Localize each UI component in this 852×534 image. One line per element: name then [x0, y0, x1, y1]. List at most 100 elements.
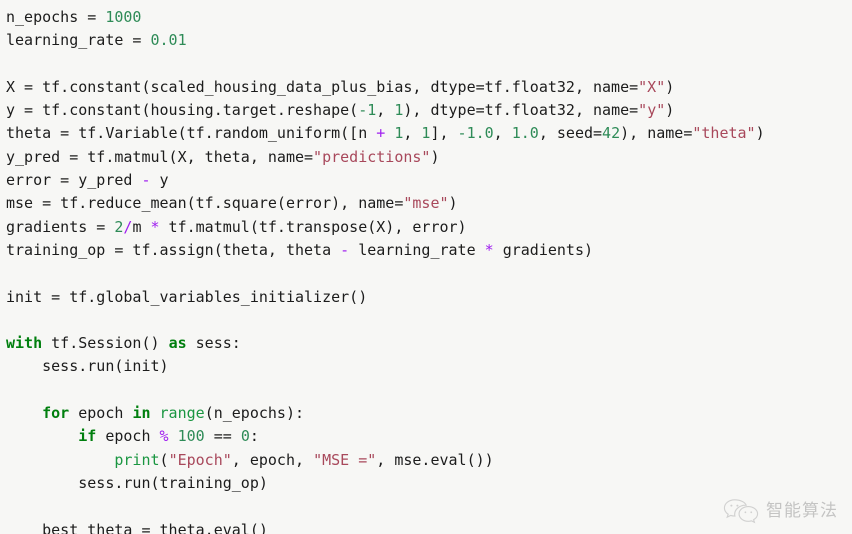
code-token: *: [484, 240, 494, 259]
code-token: ): [665, 101, 675, 120]
code-token: error = y_pred: [6, 171, 142, 190]
code-token: %: [159, 427, 169, 446]
code-line: print("Epoch", epoch, "MSE =", mse.eval(…: [6, 449, 852, 472]
code-token: "X": [638, 77, 666, 96]
code-token: if: [78, 427, 97, 446]
code-token: :: [249, 427, 259, 446]
python-code-block: n_epochs = 1000 learning_rate = 0.01 X = …: [6, 6, 852, 534]
code-token: , epoch,: [231, 450, 314, 469]
code-token: sess.run(training_op): [6, 473, 268, 492]
code-line: best_theta = theta.eval(): [6, 519, 852, 534]
code-token: (: [159, 450, 169, 469]
code-token: "predictions": [313, 147, 431, 166]
code-line: y = tf.constant(housing.target.reshape(-…: [6, 99, 852, 122]
code-token: "mse": [403, 194, 449, 213]
code-token: ,: [403, 124, 422, 143]
code-token: *: [150, 217, 160, 236]
code-token: learning_rate =: [6, 31, 151, 50]
code-token: ): [665, 77, 675, 96]
code-token: (n_epochs):: [204, 404, 305, 423]
code-token: tf.Session(): [42, 334, 169, 353]
code-token: ],: [430, 124, 458, 143]
code-token: y_pred = tf.matmul(X, theta, name=: [6, 147, 314, 166]
code-line: for epoch in range(n_epochs):: [6, 402, 852, 425]
code-token: 0: [240, 427, 250, 446]
code-token: -1.0: [457, 124, 494, 143]
code-token: ): [448, 194, 458, 213]
code-token: "Epoch": [168, 450, 232, 469]
code-token: "theta": [692, 124, 756, 143]
code-token: y = tf.constant(housing.target.reshape(: [6, 101, 359, 120]
code-token: ), dtype=tf.float32, name=: [403, 101, 639, 120]
code-token: , seed=: [538, 124, 603, 143]
code-line: if epoch % 100 == 0:: [6, 425, 852, 448]
code-token: y: [150, 171, 169, 190]
code-token: gradients =: [6, 217, 115, 236]
code-token: ): [430, 147, 440, 166]
code-token: X = tf.constant(scaled_housing_data_plus…: [6, 77, 639, 96]
code-token: 1.0: [511, 124, 539, 143]
code-line: y_pred = tf.matmul(X, theta, name="predi…: [6, 146, 852, 169]
code-token: sess:: [186, 334, 241, 353]
code-token: +: [376, 124, 386, 143]
code-token: for: [42, 404, 70, 423]
code-line: X = tf.constant(scaled_housing_data_plus…: [6, 76, 852, 99]
code-token: 1: [394, 124, 404, 143]
code-token: init = tf.global_variables_initializer(): [6, 287, 368, 306]
code-screenshot-window: n_epochs = 1000 learning_rate = 0.01 X = …: [0, 0, 852, 534]
code-token: ==: [204, 427, 241, 446]
code-token: ,: [376, 101, 395, 120]
code-token: -: [141, 171, 151, 190]
code-token: m: [132, 217, 151, 236]
code-token: "y": [638, 101, 666, 120]
code-line: theta = tf.Variable(tf.random_uniform([n…: [6, 122, 852, 145]
code-token: ): [755, 124, 765, 143]
code-token: 42: [602, 124, 621, 143]
code-token: 1: [394, 101, 404, 120]
code-line: with tf.Session() as sess:: [6, 332, 852, 355]
code-token: 1000: [105, 8, 142, 26]
code-token: epoch: [69, 404, 133, 423]
code-token: with: [6, 334, 43, 353]
code-line: sess.run(training_op): [6, 472, 852, 495]
code-token: ), name=: [620, 124, 693, 143]
code-line: n_epochs = 1000: [6, 6, 852, 29]
code-token: n_epochs =: [6, 8, 106, 26]
code-line: gradients = 2/m * tf.matmul(tf.transpose…: [6, 216, 852, 239]
code-token: theta = tf.Variable(tf.random_uniform([n: [6, 124, 377, 143]
code-token: print: [114, 450, 160, 469]
code-token: learning_rate: [349, 240, 485, 259]
code-token: -1: [358, 101, 377, 120]
code-line: training_op = tf.assign(theta, theta - l…: [6, 239, 852, 262]
code-token: best_theta = theta.eval(): [6, 520, 268, 534]
code-token: as: [168, 334, 187, 353]
code-token: tf.matmul(tf.transpose(X), error): [159, 217, 467, 236]
code-line: error = y_pred - y: [6, 169, 852, 192]
code-line: learning_rate = 0.01: [6, 29, 852, 52]
code-line: mse = tf.reduce_mean(tf.square(error), n…: [6, 192, 852, 215]
code-token: sess.run(init): [6, 357, 169, 376]
code-line: init = tf.global_variables_initializer(): [6, 286, 852, 309]
code-token: 100: [177, 427, 205, 446]
code-token: ,: [493, 124, 512, 143]
code-token: , mse.eval()): [376, 450, 494, 469]
code-token: mse = tf.reduce_mean(tf.square(error), n…: [6, 194, 404, 213]
code-line: sess.run(init): [6, 355, 852, 378]
code-token: 0.01: [150, 31, 187, 50]
code-token: epoch: [96, 427, 160, 446]
code-token: training_op = tf.assign(theta, theta: [6, 240, 341, 259]
code-token: "MSE =": [313, 450, 377, 469]
code-token: range: [159, 404, 205, 423]
code-token: -: [340, 240, 350, 259]
